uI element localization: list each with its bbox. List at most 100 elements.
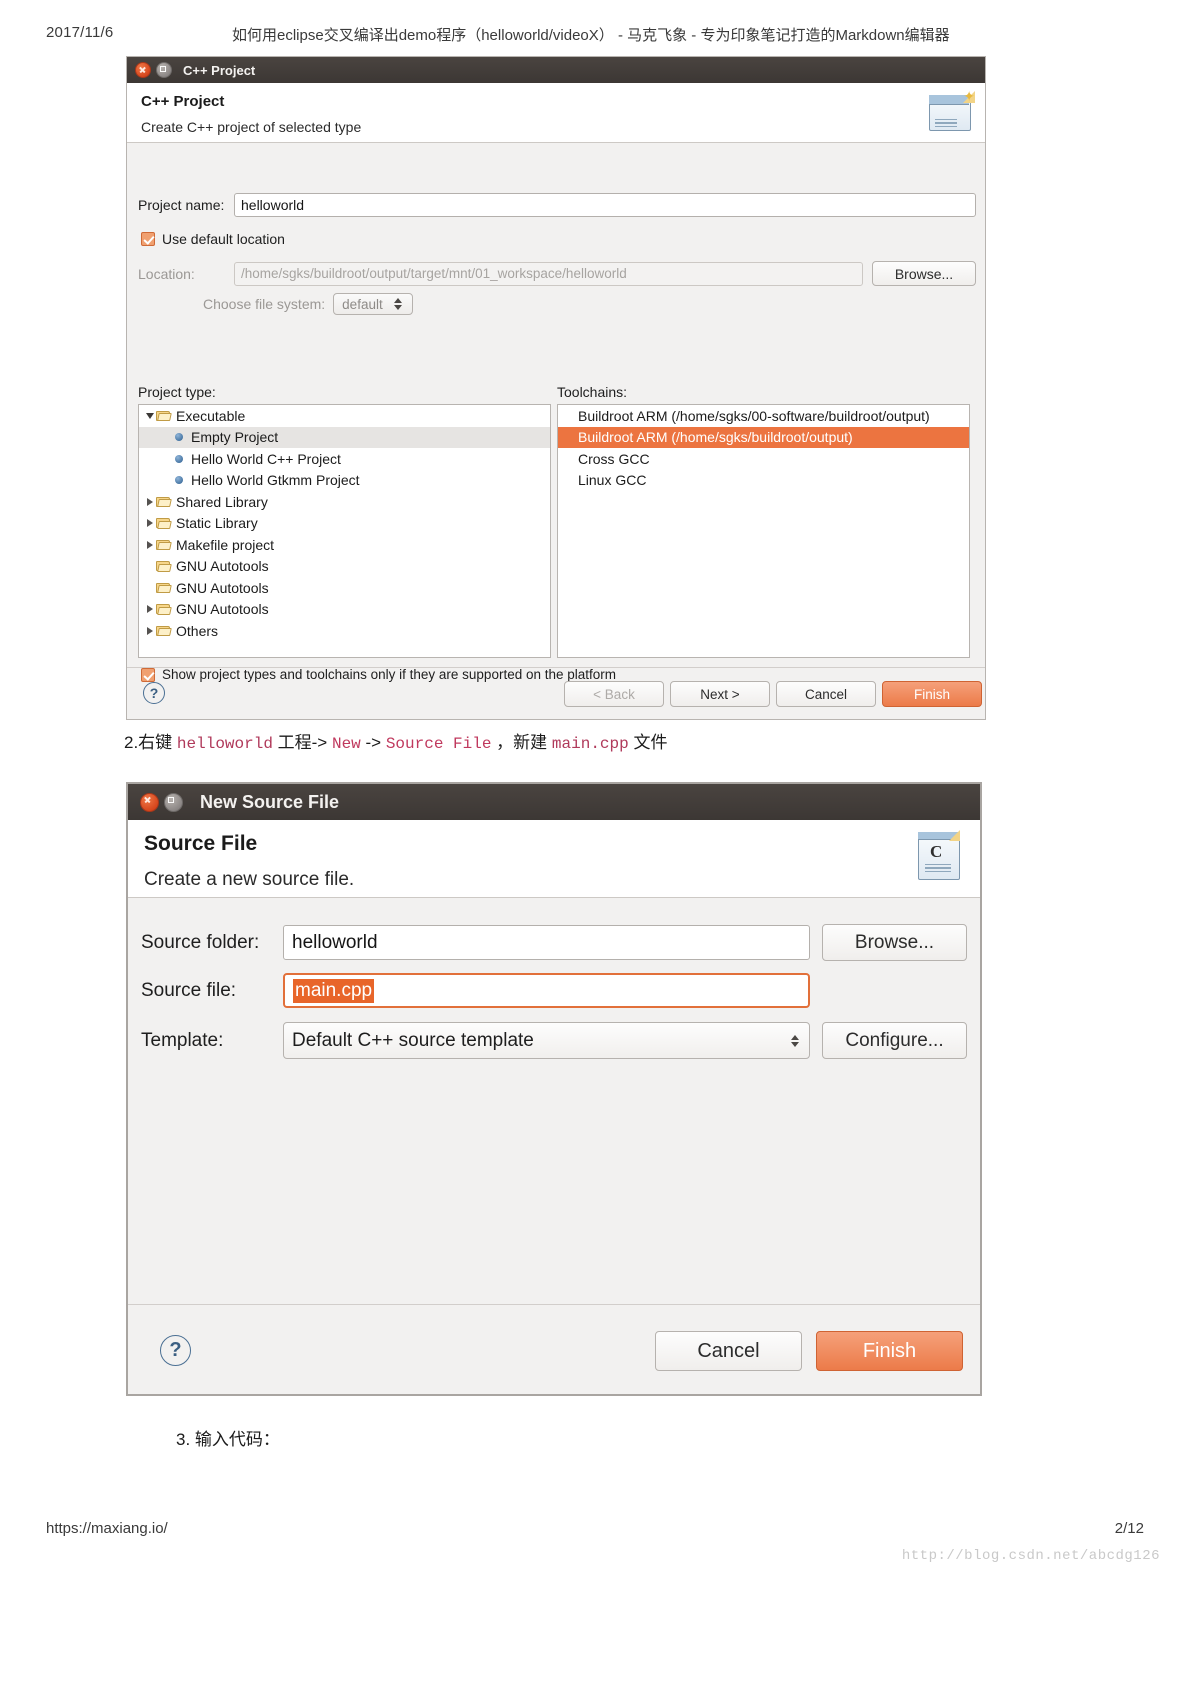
bullet-icon xyxy=(171,451,186,466)
help-icon-glyph: ? xyxy=(149,685,159,701)
project-type-row[interactable]: Hello World C++ Project xyxy=(139,448,550,470)
close-icon[interactable] xyxy=(140,792,159,812)
toolchain-label-text: Buildroot ARM (/home/sgks/00-software/bu… xyxy=(578,407,930,424)
browse-source-folder-button[interactable]: Browse... xyxy=(822,924,967,961)
spinner-arrows-icon[interactable] xyxy=(394,298,403,310)
chevron-right-icon[interactable] xyxy=(143,540,156,549)
new-source-file-dialog: New Source File Source File Create a new… xyxy=(126,782,982,1396)
project-type-row[interactable]: Executable xyxy=(139,405,550,427)
project-type-label-text: Hello World Gtkmm Project xyxy=(191,472,360,489)
project-type-row[interactable]: Others xyxy=(139,620,550,642)
folder-icon xyxy=(156,410,171,422)
use-default-location-checkbox[interactable] xyxy=(141,232,155,246)
watermark: http://blog.csdn.net/abcdg126 xyxy=(901,1548,1160,1564)
toolchain-rows: Buildroot ARM (/home/sgks/00-software/bu… xyxy=(558,405,969,491)
project-type-row[interactable]: GNU Autotools xyxy=(139,577,550,599)
close-icon[interactable] xyxy=(135,62,151,78)
finish-button[interactable]: Finish xyxy=(882,681,982,707)
cancel-button-label: Cancel xyxy=(697,1339,760,1362)
chevron-down-icon[interactable] xyxy=(143,412,156,419)
dialog1-titlebar[interactable]: C++ Project xyxy=(127,57,985,83)
back-button-label: < Back xyxy=(593,686,635,702)
help-icon[interactable]: ? xyxy=(160,1335,191,1366)
location-input[interactable]: /home/sgks/buildroot/output/target/mnt/0… xyxy=(234,261,863,286)
dialog2-footer: ? Cancel Finish xyxy=(128,1304,980,1394)
project-name-label: Project name: xyxy=(138,197,225,213)
project-type-rows: Executable Empty Project Hello World C++ P… xyxy=(139,405,550,642)
next-button[interactable]: Next > xyxy=(670,681,770,707)
use-default-location-row[interactable]: Use default location xyxy=(141,231,285,247)
browse-source-folder-label: Browse... xyxy=(854,931,935,953)
project-type-label-text: GNU Autotools xyxy=(176,558,269,575)
configure-button-label: Configure... xyxy=(845,1029,944,1051)
page-footer-url: https://maxiang.io/ xyxy=(46,1520,168,1537)
instr2-suffix: 文件 xyxy=(628,733,668,752)
project-type-row[interactable]: Static Library xyxy=(139,513,550,535)
chevron-right-icon[interactable] xyxy=(143,605,156,614)
source-folder-input[interactable]: helloworld xyxy=(283,925,810,960)
dialog2-header-title: Source File xyxy=(144,832,258,855)
project-type-label-text: GNU Autotools xyxy=(176,601,269,618)
back-button[interactable]: < Back xyxy=(564,681,664,707)
browse-location-label: Browse... xyxy=(894,265,954,282)
source-file-input[interactable]: main.cpp xyxy=(283,973,810,1008)
project-name-input[interactable]: helloworld xyxy=(234,193,976,217)
project-type-row[interactable]: Empty Project xyxy=(139,426,550,448)
chevron-right-icon[interactable] xyxy=(143,626,156,635)
cpp-project-dialog: C++ Project C++ Project Create C++ proje… xyxy=(126,56,986,720)
dialog1-header-title: C++ Project xyxy=(141,93,225,110)
dialog2-body: Source folder: helloworld Browse... Sour… xyxy=(128,898,980,1344)
source-file-label: Source file: xyxy=(141,979,237,1001)
maximize-icon[interactable] xyxy=(164,792,183,812)
dialog2-window-title: New Source File xyxy=(200,791,340,812)
project-type-tree[interactable]: Executable Empty Project Hello World C++ P… xyxy=(138,404,551,658)
page-number: 2/12 xyxy=(1114,1520,1144,1537)
instr2-code-maincpp: main.cpp xyxy=(551,735,629,753)
folder-icon xyxy=(156,560,171,572)
project-type-row[interactable]: Makefile project xyxy=(139,534,550,556)
configure-button[interactable]: Configure... xyxy=(822,1022,967,1059)
instr2-mid2: -> xyxy=(360,733,386,752)
browse-location-button[interactable]: Browse... xyxy=(872,261,976,286)
source-file-wizard-icon: C xyxy=(908,828,966,884)
source-file-value: main.cpp xyxy=(293,978,375,1003)
location-row: Location: /home/sgks/buildroot/output/ta… xyxy=(138,261,976,286)
cancel-button[interactable]: Cancel xyxy=(655,1331,802,1371)
toolchain-row[interactable]: Buildroot ARM (/home/sgks/00-software/bu… xyxy=(558,405,969,427)
finish-button[interactable]: Finish xyxy=(816,1331,963,1371)
toolchains-label: Toolchains: xyxy=(557,384,628,400)
instr2-prefix: 2.右键 xyxy=(124,733,177,752)
project-type-row[interactable]: GNU Autotools xyxy=(139,599,550,621)
toolchains-list[interactable]: Buildroot ARM (/home/sgks/00-software/bu… xyxy=(557,404,970,658)
dialog2-titlebar[interactable]: New Source File xyxy=(128,784,980,820)
bullet-icon xyxy=(171,430,186,445)
dialog1-header: C++ Project Create C++ project of select… xyxy=(127,83,985,143)
project-type-row[interactable]: Hello World Gtkmm Project xyxy=(139,470,550,492)
choose-filesystem-row: Choose file system: default xyxy=(203,293,414,315)
chevron-right-icon[interactable] xyxy=(143,519,156,528)
template-select[interactable]: Default C++ source template xyxy=(283,1022,810,1059)
dialog1-body: Project name: helloworld Use default loc… xyxy=(127,143,985,720)
folder-icon xyxy=(156,539,171,551)
instr2-code-source-file: Source File xyxy=(385,735,492,753)
folder-icon xyxy=(156,517,171,529)
maximize-icon[interactable] xyxy=(156,62,172,78)
template-row: Template: Default C++ source template Co… xyxy=(141,1022,967,1059)
help-icon[interactable]: ? xyxy=(143,682,165,704)
instr2-code-new: New xyxy=(331,735,361,753)
project-type-row[interactable]: Shared Library xyxy=(139,491,550,513)
cancel-button[interactable]: Cancel xyxy=(776,681,876,707)
chevron-right-icon[interactable] xyxy=(143,497,156,506)
spinner-arrows-icon[interactable] xyxy=(791,1034,799,1047)
next-button-label: Next > xyxy=(700,686,740,702)
location-label: Location: xyxy=(138,265,195,282)
help-icon-glyph: ? xyxy=(169,1339,182,1361)
choose-filesystem-select[interactable]: default xyxy=(333,293,414,315)
template-label: Template: xyxy=(141,1029,224,1051)
project-type-label-text: GNU Autotools xyxy=(176,579,269,596)
location-value: /home/sgks/buildroot/output/target/mnt/0… xyxy=(241,266,627,281)
toolchain-row[interactable]: Cross GCC xyxy=(558,448,969,470)
project-type-row[interactable]: GNU Autotools xyxy=(139,556,550,578)
toolchain-row[interactable]: Buildroot ARM (/home/sgks/buildroot/outp… xyxy=(558,426,969,448)
toolchain-row[interactable]: Linux GCC xyxy=(558,470,969,492)
